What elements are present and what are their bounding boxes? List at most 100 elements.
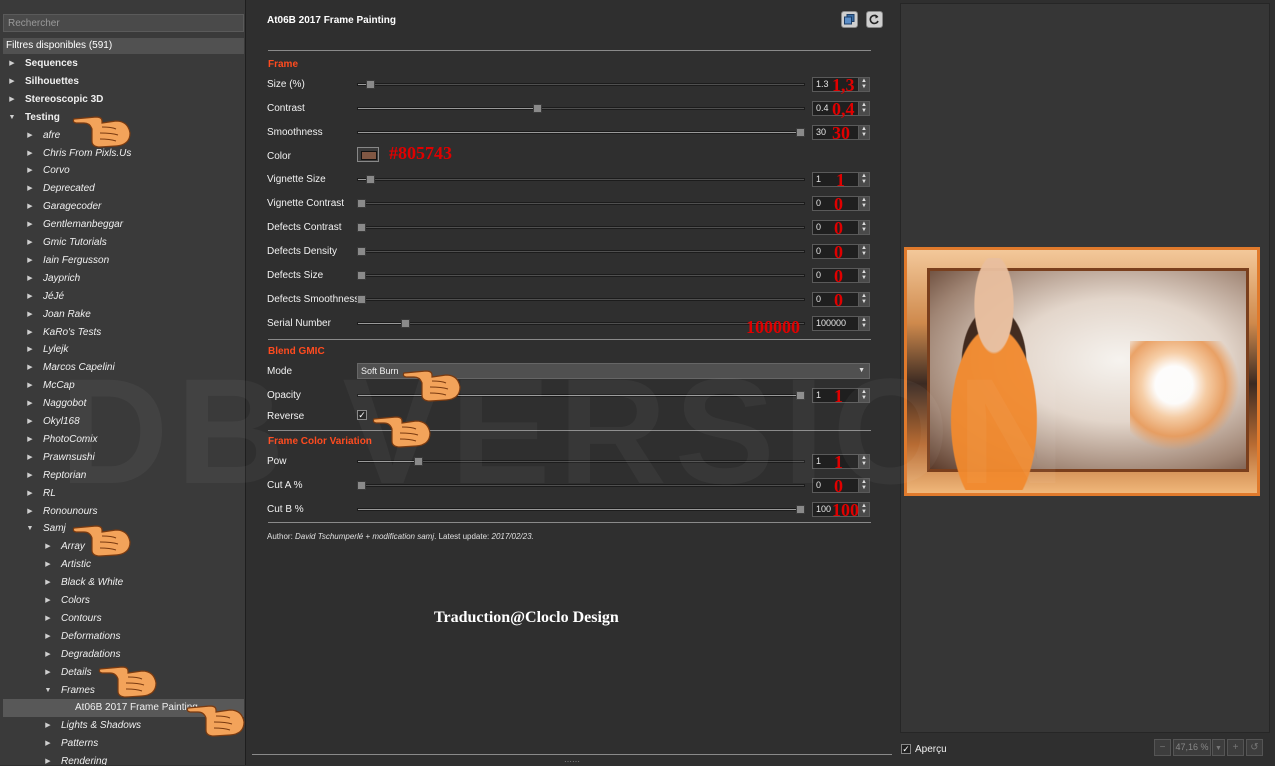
zoom-out-button[interactable]: − [1154,739,1171,756]
defects-smoothness-slider[interactable] [357,298,805,301]
defects-size-slider[interactable] [357,274,805,277]
tree-item[interactable]: ▶ Lights & Shadows [3,717,244,735]
tree-item[interactable]: ▶ Okyl168 [3,413,244,431]
refresh-button[interactable] [866,11,883,28]
tree-item[interactable]: ▶ Joan Rake [3,306,244,324]
slider-handle[interactable] [796,505,805,514]
expand-right-icon[interactable]: ▶ [25,324,35,342]
spin-arrows-icon[interactable]: ▲ ▼ [858,197,869,210]
serial-number-slider[interactable] [357,322,805,325]
tree-item[interactable]: ▶ Black & White [3,574,244,592]
spin-arrows-icon[interactable]: ▲ ▼ [858,173,869,186]
slider-handle[interactable] [357,247,366,256]
expand-right-icon[interactable]: ▶ [25,503,35,521]
tree-item[interactable]: ▶ Colors [3,592,244,610]
smoothness-slider[interactable] [357,131,805,134]
slider-handle[interactable] [357,199,366,208]
expand-right-icon[interactable]: ▶ [25,270,35,288]
tree-item[interactable]: ▶ Gmic Tutorials [3,234,244,252]
spin-arrows-icon[interactable]: ▲ ▼ [858,78,869,91]
expand-right-icon[interactable]: ▶ [7,91,17,109]
tree-item[interactable]: ▶ Rendering [3,753,244,765]
expand-right-icon[interactable]: ▶ [25,359,35,377]
expand-right-icon[interactable]: ▶ [7,73,17,91]
pow-slider[interactable] [357,460,805,463]
expand-down-icon[interactable]: ▼ [43,682,53,700]
slider-handle[interactable] [796,391,805,400]
tree-item[interactable]: ▶ Contours [3,610,244,628]
tree-item[interactable]: ▶ Degradations [3,646,244,664]
tree-item[interactable]: ▶ JéJé [3,288,244,306]
search-input[interactable] [3,14,244,32]
tree-item[interactable]: ▶ Deformations [3,628,244,646]
reverse-checkbox[interactable]: ✓ [357,410,367,420]
slider-handle[interactable] [357,223,366,232]
reset-zoom-button[interactable]: ↺ [1246,739,1263,756]
spin-arrows-icon[interactable]: ▲ ▼ [858,102,869,115]
expand-right-icon[interactable]: ▶ [25,127,35,145]
spin-arrows-icon[interactable]: ▲ ▼ [858,455,869,468]
expand-right-icon[interactable]: ▶ [25,198,35,216]
expand-right-icon[interactable]: ▶ [43,735,53,753]
slider-handle[interactable] [414,457,424,466]
expand-right-icon[interactable]: ▶ [25,180,35,198]
slider-handle[interactable] [365,80,375,89]
tree-item[interactable]: ▼ Frames [3,682,244,700]
tree-item[interactable]: ▶ KaRo's Tests [3,324,244,342]
tree-item[interactable]: ▶ Ronounours [3,503,244,521]
color-picker-button[interactable] [357,147,379,162]
expand-right-icon[interactable]: ▶ [7,55,17,73]
expand-right-icon[interactable]: ▶ [25,216,35,234]
tree-item[interactable]: ▶ afre [3,127,244,145]
tree-item[interactable]: ▶ Sequences [3,55,244,73]
tree-item[interactable]: ▶ Stereoscopic 3D [3,91,244,109]
size-slider[interactable] [357,83,805,86]
spin-arrows-icon[interactable]: ▲ ▼ [858,503,869,516]
tree-item[interactable]: ▶ McCap [3,377,244,395]
expand-right-icon[interactable]: ▶ [25,413,35,431]
expand-right-icon[interactable]: ▶ [43,610,53,628]
copy-button[interactable] [841,11,858,28]
slider-handle[interactable] [532,104,542,113]
tree-item[interactable]: ▶ Gentlemanbeggar [3,216,244,234]
cut-b-slider[interactable] [357,508,805,511]
mode-select[interactable]: Soft Burn ▼ [357,363,870,379]
tree-item[interactable]: ▼ Testing [3,109,244,127]
slider-handle[interactable] [357,271,366,280]
expand-down-icon[interactable]: ▼ [25,520,35,538]
expand-right-icon[interactable]: ▶ [43,538,53,556]
expand-right-icon[interactable]: ▶ [25,449,35,467]
apercu-checkbox[interactable]: ✓ [901,744,911,754]
expand-right-icon[interactable]: ▶ [43,717,53,735]
serial-number-spinbox[interactable]: 100000 ▲ ▼ [812,316,870,331]
tree-item[interactable]: ▶ Prawnsushi [3,449,244,467]
tree-item[interactable]: ▶ Details [3,664,244,682]
spin-arrows-icon[interactable]: ▲ ▼ [858,389,869,402]
slider-handle[interactable] [357,295,366,304]
expand-right-icon[interactable]: ▶ [25,395,35,413]
spin-arrows-icon[interactable]: ▲ ▼ [858,245,869,258]
cut-a-slider[interactable] [357,484,805,487]
expand-right-icon[interactable]: ▶ [25,431,35,449]
tree-item[interactable]: ▶ Marcos Capelini [3,359,244,377]
tree-item[interactable]: ▶ Chris From Pixls.Us [3,145,244,163]
tree-item[interactable]: ▶ PhotoComix [3,431,244,449]
expand-right-icon[interactable]: ▶ [43,646,53,664]
tree-item[interactable]: ▶ Lylejk [3,341,244,359]
spin-arrows-icon[interactable]: ▲ ▼ [858,317,869,330]
expand-right-icon[interactable]: ▶ [25,467,35,485]
zoom-in-button[interactable]: + [1227,739,1244,756]
spin-arrows-icon[interactable]: ▲ ▼ [858,269,869,282]
expand-right-icon[interactable]: ▶ [43,628,53,646]
slider-handle[interactable] [365,175,375,184]
slider-handle[interactable] [357,481,366,490]
slider-handle[interactable] [400,319,410,328]
tree-item[interactable]: At06B 2017 Frame Painting [3,699,244,718]
opacity-slider[interactable] [357,394,805,397]
tree-item[interactable]: ▶ Garagecoder [3,198,244,216]
vignette-size-slider[interactable] [357,178,805,181]
expand-right-icon[interactable]: ▶ [25,288,35,306]
expand-right-icon[interactable]: ▶ [25,485,35,503]
expand-right-icon[interactable]: ▶ [25,234,35,252]
vignette-contrast-slider[interactable] [357,202,805,205]
